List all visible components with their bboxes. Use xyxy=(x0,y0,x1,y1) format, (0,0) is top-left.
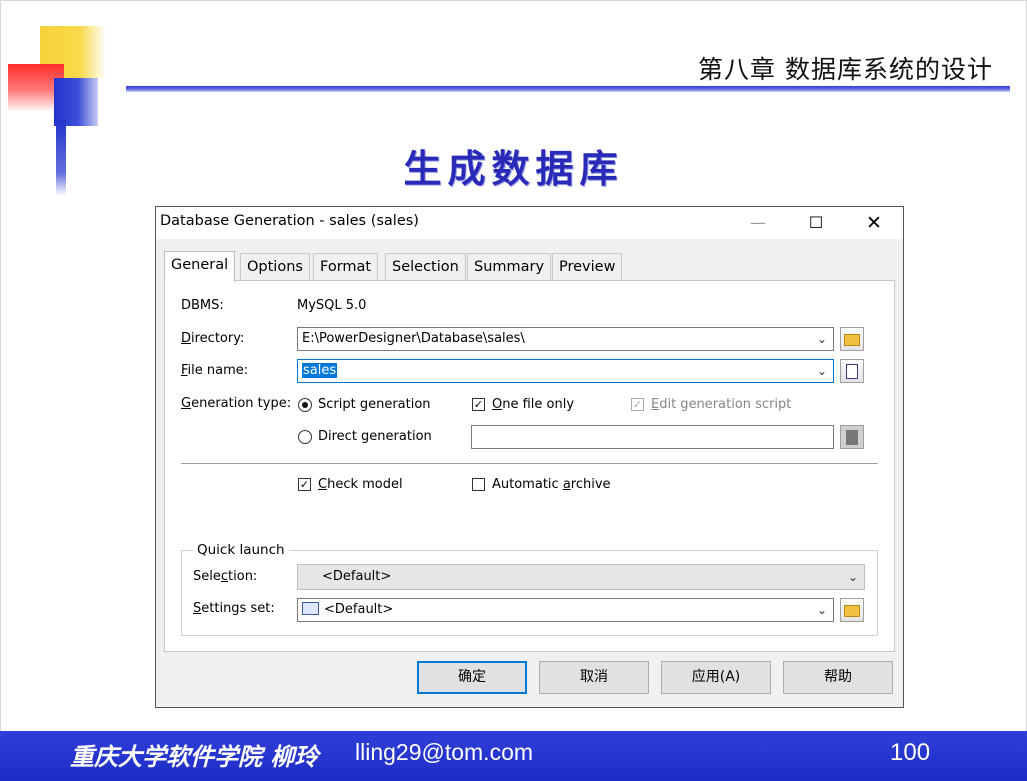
tab-selection[interactable]: Selection xyxy=(385,253,466,280)
selection-combo[interactable]: <Default> ⌄ xyxy=(297,564,865,590)
dbms-value: MySQL 5.0 xyxy=(297,298,367,313)
chevron-down-icon[interactable]: ⌄ xyxy=(811,328,833,350)
selection-label: Selection: xyxy=(193,569,258,584)
dialog-titlebar[interactable]: Database Generation - sales (sales) — ☐ … xyxy=(156,207,903,239)
database-icon xyxy=(846,430,858,445)
filename-label: File name: xyxy=(181,363,249,378)
chapter-title: 第八章 数据库系统的设计 xyxy=(698,55,993,84)
header-rule xyxy=(126,86,1010,92)
tab-format[interactable]: Format xyxy=(313,253,379,280)
footer-email: lling29@tom.com xyxy=(355,739,534,765)
tab-summary[interactable]: Summary xyxy=(467,253,552,280)
minimize-icon[interactable]: — xyxy=(729,207,787,239)
direct-generation-radio[interactable] xyxy=(298,430,312,444)
settings-set-value: <Default> xyxy=(324,602,394,617)
quick-launch-title: Quick launch xyxy=(193,542,289,558)
directory-combo[interactable]: E:\PowerDesigner\Database\sales\ ⌄ xyxy=(297,327,834,351)
filename-value: sales xyxy=(302,363,338,378)
decor-blue-square xyxy=(54,78,98,126)
generation-type-label: Generation type: xyxy=(181,396,292,411)
tab-preview[interactable]: Preview xyxy=(552,253,623,280)
direct-generation-label[interactable]: Direct generation xyxy=(318,429,432,444)
check-model-checkbox[interactable]: ✓ xyxy=(298,478,311,491)
dbms-label: DBMS: xyxy=(181,298,224,313)
folder-icon xyxy=(844,605,860,617)
quick-launch-group xyxy=(181,550,878,636)
script-generation-label[interactable]: Script generation xyxy=(318,397,431,412)
edit-script-label: Edit generation script xyxy=(651,397,792,412)
slide-title: 生成数据库 xyxy=(403,146,624,191)
dialog-title: Database Generation - sales (sales) xyxy=(160,213,419,229)
ok-button[interactable]: 确定 xyxy=(417,661,527,694)
automatic-archive-label[interactable]: Automatic archive xyxy=(492,477,611,492)
directory-label: Directory: xyxy=(181,331,245,346)
general-tab-panel: DBMS: MySQL 5.0 Directory: E:\PowerDesig… xyxy=(164,280,895,652)
connection-button xyxy=(840,425,864,449)
tab-options[interactable]: Options xyxy=(240,253,310,280)
close-icon[interactable]: ✕ xyxy=(845,207,903,239)
settings-set-label: Settings set: xyxy=(193,601,275,616)
separator xyxy=(181,463,878,464)
chevron-down-icon[interactable]: ⌄ xyxy=(811,360,833,382)
document-icon xyxy=(846,364,858,379)
selection-value: <Default> xyxy=(322,569,392,584)
filename-combo[interactable]: sales ⌄ xyxy=(297,359,834,383)
one-file-only-checkbox[interactable]: ✓ xyxy=(472,398,485,411)
folder-icon xyxy=(844,334,860,346)
cancel-button[interactable]: 取消 xyxy=(539,661,649,694)
apply-button[interactable]: 应用(A) xyxy=(661,661,771,694)
footer-author: 重庆大学软件学院 柳玲 xyxy=(70,742,319,771)
list-icon xyxy=(302,602,319,615)
settings-set-combo[interactable]: <Default> ⌄ xyxy=(297,598,834,622)
automatic-archive-checkbox[interactable] xyxy=(472,478,485,491)
edit-script-checkbox: ✓ xyxy=(631,398,644,411)
directory-value: E:\PowerDesigner\Database\sales\ xyxy=(302,331,525,346)
maximize-icon[interactable]: ☐ xyxy=(787,207,845,239)
edit-file-button[interactable] xyxy=(840,359,864,383)
check-model-label[interactable]: Check model xyxy=(318,477,403,492)
connection-field[interactable] xyxy=(471,425,834,449)
page-number: 100 xyxy=(890,739,931,766)
database-generation-dialog: Database Generation - sales (sales) — ☐ … xyxy=(155,206,904,708)
browse-directory-button[interactable] xyxy=(840,327,864,351)
chevron-down-icon[interactable]: ⌄ xyxy=(811,599,833,621)
footer-band: 重庆大学软件学院 柳玲 lling29@tom.com 100 xyxy=(0,731,1027,781)
help-button[interactable]: 帮助 xyxy=(783,661,893,694)
browse-settings-button[interactable] xyxy=(840,598,864,622)
chevron-down-icon[interactable]: ⌄ xyxy=(842,566,864,588)
tab-general[interactable]: General xyxy=(164,251,236,282)
one-file-only-label[interactable]: One file only xyxy=(492,397,574,412)
script-generation-radio[interactable] xyxy=(298,398,312,412)
